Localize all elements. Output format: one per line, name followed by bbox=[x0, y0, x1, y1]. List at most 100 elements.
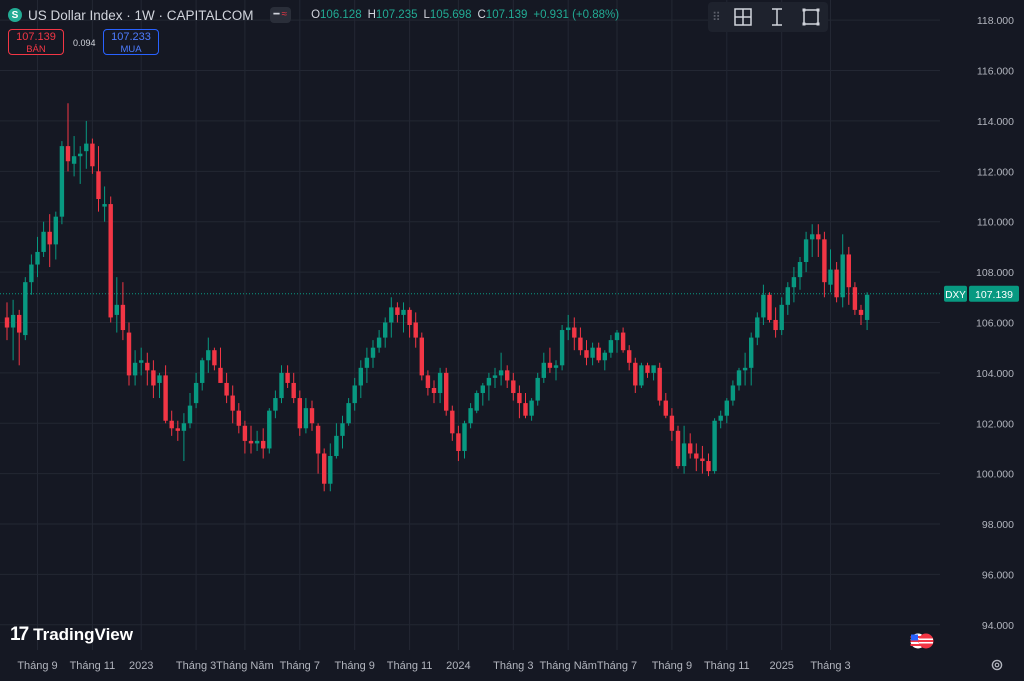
candle-body bbox=[724, 400, 729, 416]
candle-body bbox=[114, 304, 119, 315]
y-tick-label: 114.000 bbox=[977, 116, 1014, 128]
candle-body bbox=[96, 171, 101, 200]
candle-body bbox=[688, 443, 693, 454]
tradingview-mark-icon: 17 bbox=[10, 624, 29, 645]
candle-body bbox=[596, 347, 601, 361]
candle-body bbox=[254, 440, 260, 444]
candle-body bbox=[547, 362, 553, 368]
candle-body bbox=[553, 365, 559, 368]
crosshair-box-icon[interactable] bbox=[726, 2, 760, 32]
buy-button[interactable]: 107.233 MUA bbox=[103, 29, 159, 55]
candle-body bbox=[712, 420, 717, 472]
candle-body bbox=[803, 239, 809, 263]
candle-body bbox=[749, 337, 754, 368]
y-tick-label: 106.000 bbox=[976, 317, 1014, 329]
candle-body bbox=[779, 304, 784, 331]
candle-body bbox=[212, 350, 217, 366]
y-tick-label: 112.000 bbox=[977, 166, 1014, 178]
candle-body bbox=[291, 382, 296, 399]
rectangle-icon[interactable] bbox=[794, 2, 828, 32]
low-value: 105.698 bbox=[429, 9, 472, 21]
candle-body bbox=[864, 294, 870, 320]
candle-body bbox=[608, 340, 614, 353]
candle-body bbox=[828, 269, 833, 285]
symbol-title[interactable]: US Dollar Index · 1W · CAPITALCOM bbox=[28, 8, 254, 23]
candle-body bbox=[627, 350, 632, 363]
candle-body bbox=[492, 375, 498, 378]
candle-body bbox=[529, 400, 534, 416]
close-label: C bbox=[477, 9, 486, 21]
candle-body bbox=[444, 372, 449, 411]
candle-body bbox=[541, 362, 546, 378]
candle-body bbox=[383, 322, 388, 338]
time-axis[interactable]: Tháng 9 Tháng 11 2023 Tháng 3 Tháng Năm Tháng… bbox=[17, 660, 850, 672]
chart-grid bbox=[0, 0, 940, 650]
drawing-toolbar[interactable]: ⠿ bbox=[708, 2, 828, 32]
wave-icon[interactable]: ≈ bbox=[282, 9, 288, 21]
candle-body bbox=[23, 282, 28, 336]
x-tick-label: Tháng 3 bbox=[493, 660, 533, 672]
buy-price: 107.233 bbox=[111, 31, 151, 43]
y-tick-label: 102.000 bbox=[976, 418, 1014, 430]
candle-body bbox=[151, 370, 156, 386]
candles-group bbox=[4, 103, 870, 492]
x-tick-label: Tháng 11 bbox=[704, 660, 750, 672]
candle-body bbox=[535, 377, 540, 401]
buy-label: MUA bbox=[120, 44, 142, 55]
candle-body bbox=[230, 395, 235, 411]
candle-body bbox=[315, 425, 321, 454]
drag-handle-icon[interactable]: ⠿ bbox=[712, 10, 726, 24]
candle-body bbox=[816, 234, 821, 240]
candle-body bbox=[352, 385, 357, 404]
candle-body bbox=[675, 430, 681, 467]
symbol-legend[interactable]: S US Dollar Index · 1W · CAPITALCOM ━ ≈ … bbox=[8, 5, 619, 25]
sell-label: BÁN bbox=[26, 44, 46, 55]
candlestick-chart[interactable]: 118.000 116.000 114.000 112.000 110.000 108.0… bbox=[0, 0, 1024, 681]
legend-toggle[interactable]: ━ ≈ bbox=[269, 7, 292, 23]
candle-body bbox=[78, 153, 83, 157]
candle-body bbox=[620, 332, 626, 351]
gear-icon[interactable] bbox=[990, 658, 1004, 672]
candle-body bbox=[175, 428, 180, 431]
candle-body bbox=[108, 204, 113, 318]
candle-body bbox=[322, 453, 327, 484]
candle-body bbox=[566, 327, 571, 331]
candle-body bbox=[669, 415, 675, 431]
x-tick-label: Tháng Năm bbox=[539, 660, 596, 672]
candle-body bbox=[419, 337, 424, 376]
y-tick-label: 96.000 bbox=[982, 569, 1014, 581]
candle-body bbox=[29, 264, 34, 283]
candle-body bbox=[4, 317, 10, 328]
y-tick-label: 108.000 bbox=[976, 267, 1014, 279]
candle-body bbox=[236, 410, 241, 426]
candle-body bbox=[279, 372, 284, 399]
candle-body bbox=[462, 423, 467, 451]
candle-body bbox=[700, 458, 705, 462]
candle-body bbox=[614, 332, 620, 341]
candle-body bbox=[761, 294, 766, 318]
us-flag-icon[interactable] bbox=[910, 633, 934, 649]
candle-body bbox=[486, 377, 492, 386]
last-price-label: 107.139 bbox=[975, 289, 1013, 301]
sell-button[interactable]: 107.139 BÁN bbox=[8, 29, 64, 55]
candle-body bbox=[53, 216, 58, 245]
candle-body bbox=[468, 408, 473, 424]
candle-body bbox=[181, 423, 187, 431]
candle-body bbox=[163, 375, 168, 421]
candle-body bbox=[328, 456, 333, 484]
candle-body bbox=[633, 362, 638, 386]
tradingview-logo[interactable]: 17 TradingView bbox=[10, 624, 133, 646]
price-axis[interactable]: 118.000 116.000 114.000 112.000 110.000 108.0… bbox=[976, 15, 1014, 632]
minus-icon[interactable]: ━ bbox=[274, 9, 280, 21]
candle-body bbox=[663, 400, 668, 416]
candle-body bbox=[224, 382, 229, 396]
candle-body bbox=[273, 398, 278, 411]
candle-body bbox=[474, 393, 479, 411]
text-cursor-icon[interactable] bbox=[760, 2, 794, 32]
candle-body bbox=[730, 385, 736, 401]
candle-body bbox=[395, 307, 400, 315]
candle-body bbox=[657, 367, 662, 401]
candle-body bbox=[572, 327, 577, 338]
candle-body bbox=[200, 360, 205, 383]
open-value: 106.128 bbox=[320, 9, 362, 21]
